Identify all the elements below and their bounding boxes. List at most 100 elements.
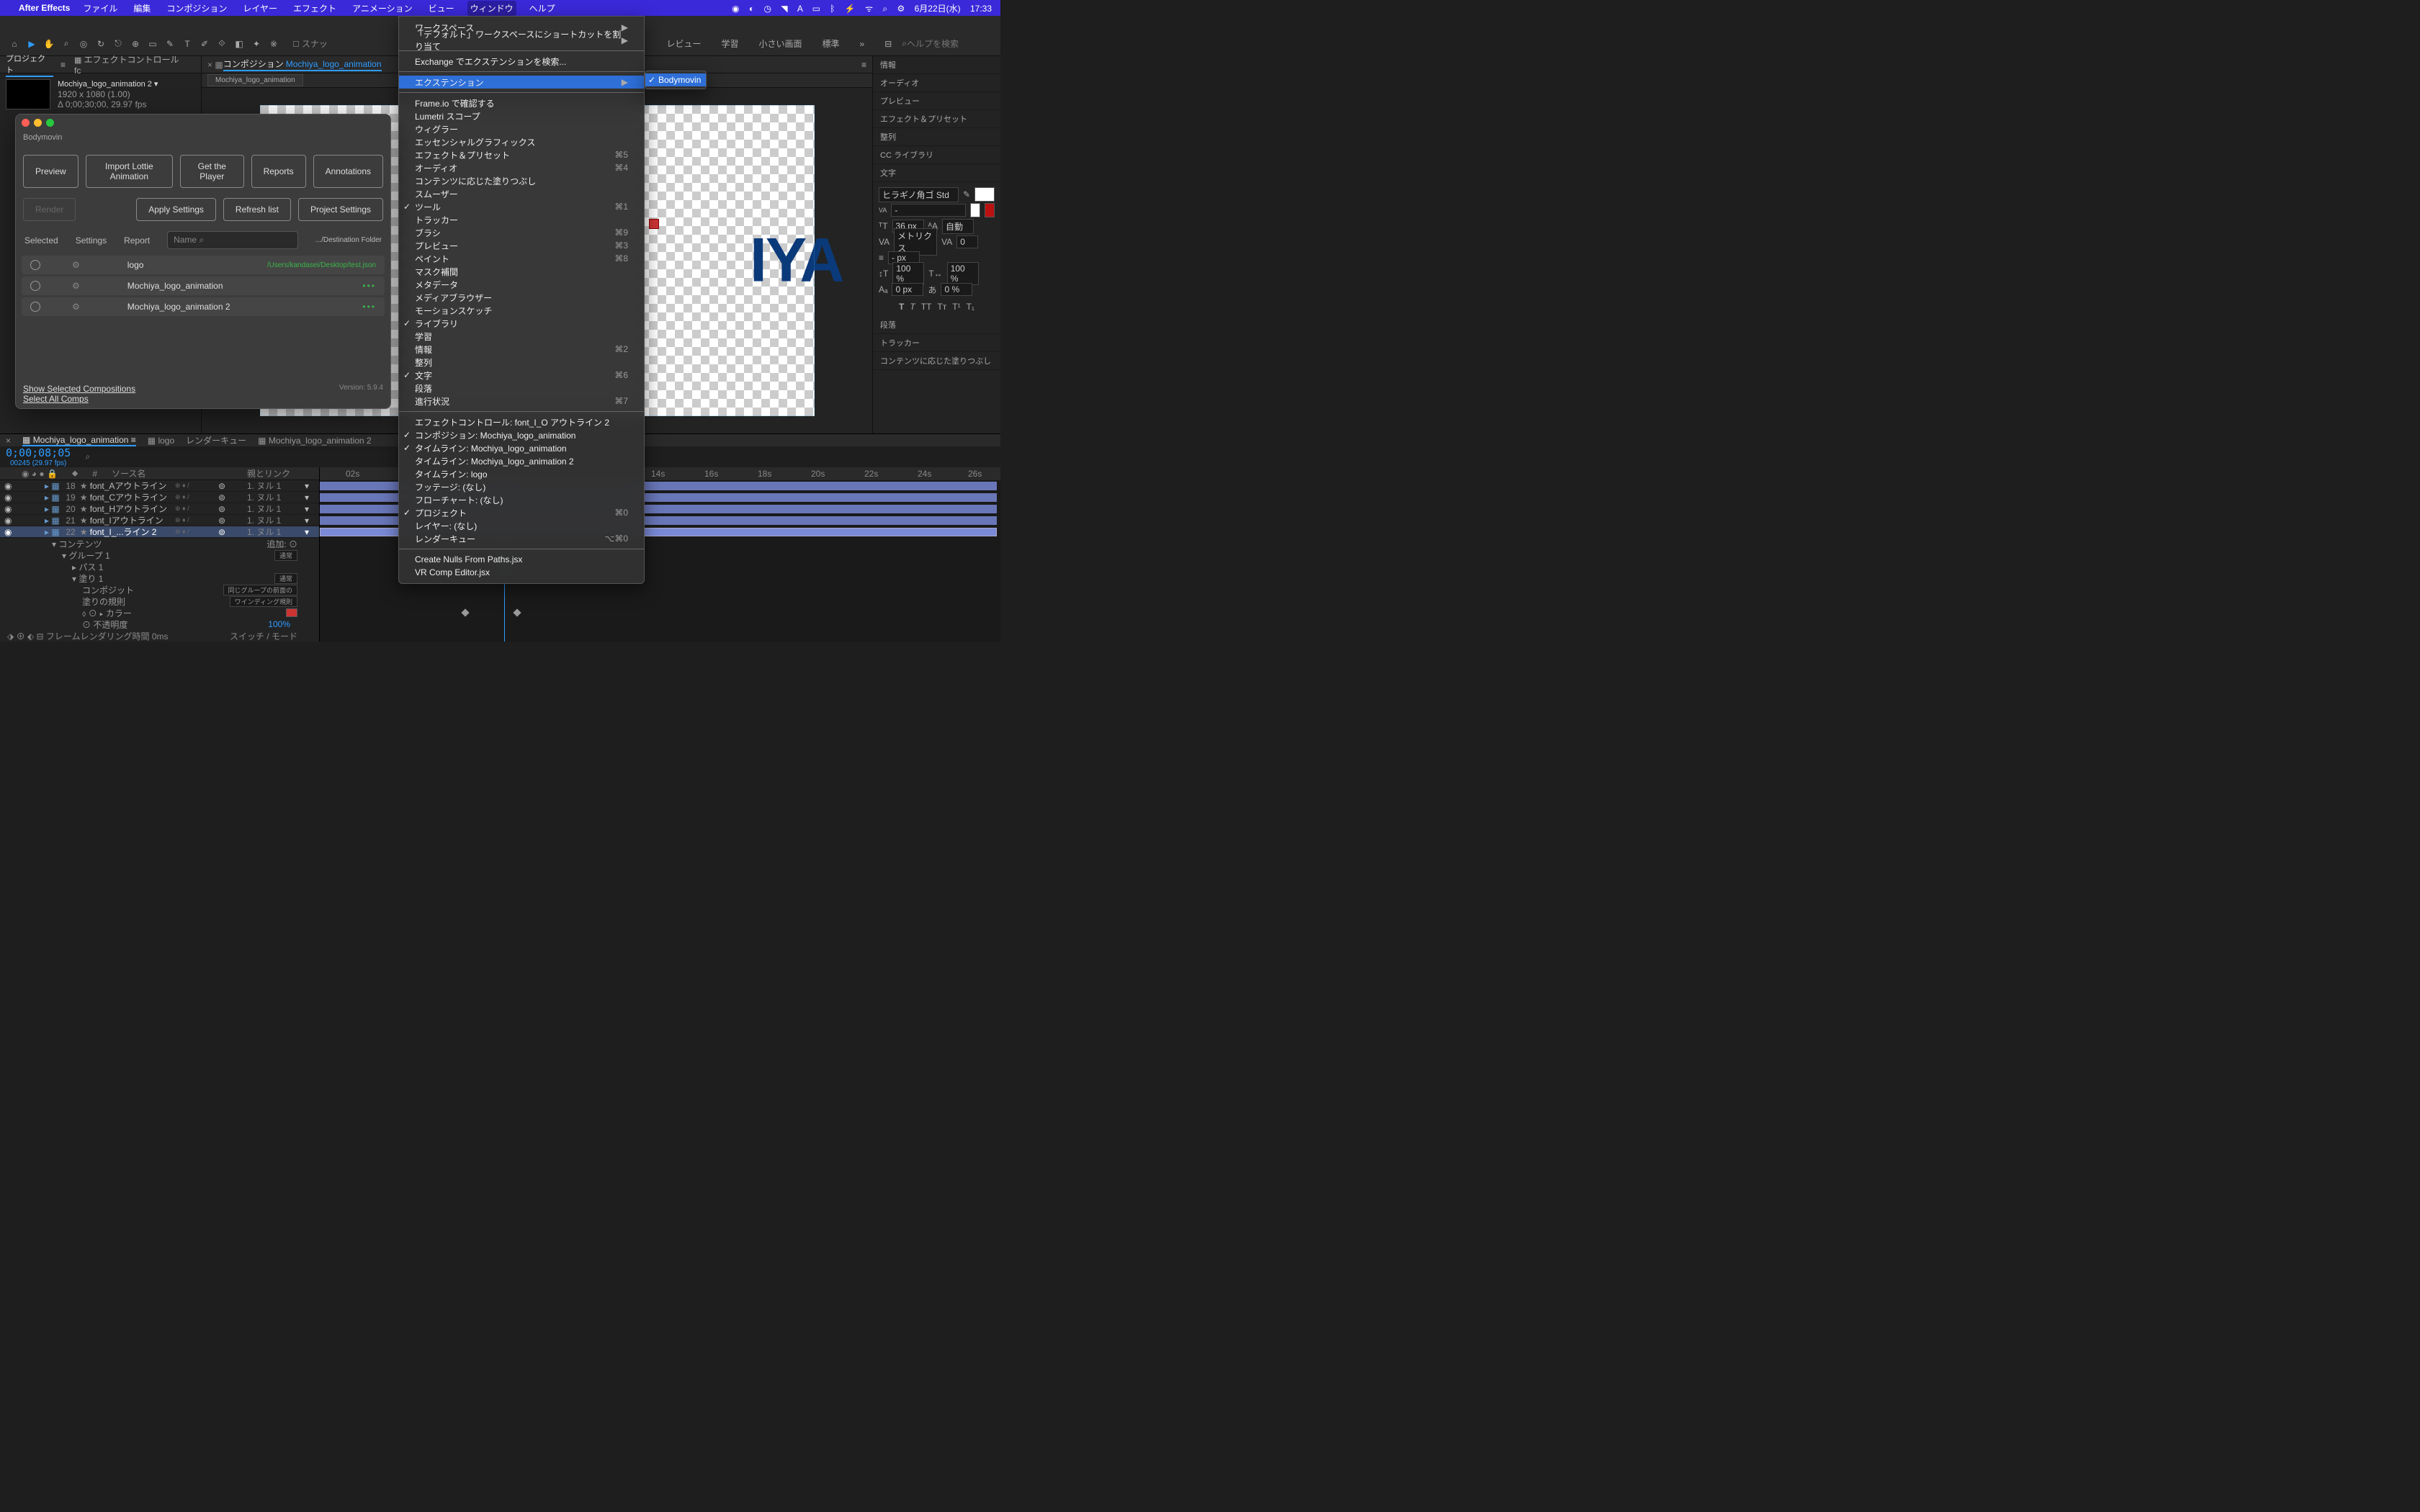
puppet-tool-icon[interactable]: ※ xyxy=(266,37,281,51)
gear-icon[interactable]: ⚙ xyxy=(72,302,80,312)
menubar-time[interactable]: 17:33 xyxy=(970,4,992,14)
smallcaps-button[interactable]: Tᴛ xyxy=(937,302,946,312)
menu-item[interactable]: レイヤー: (なし) xyxy=(399,519,644,532)
menu-item[interactable]: フローチャート: (なし) xyxy=(399,493,644,506)
menu-item[interactable]: オーディオ⌘4 xyxy=(399,161,644,174)
vscale-input[interactable]: 100 % xyxy=(892,262,924,285)
comp-thumbnail[interactable] xyxy=(6,79,50,109)
submenu-bodymovin[interactable]: ✓Bodymovin xyxy=(645,73,706,86)
gear-icon[interactable]: ⚙ xyxy=(72,281,80,291)
menu-item[interactable]: ウィグラー xyxy=(399,122,644,135)
camera-tool-icon[interactable]: ⎋ xyxy=(111,37,125,51)
ws-standard[interactable]: 標準 xyxy=(823,37,840,50)
panel-audio[interactable]: オーディオ xyxy=(873,74,1000,92)
clone-tool-icon[interactable]: ⟐ xyxy=(215,37,229,51)
comp-panel-menu-icon[interactable]: ≡ xyxy=(861,60,866,70)
tsume-input[interactable]: 0 % xyxy=(941,283,972,296)
spotlight-icon[interactable]: ⌕ xyxy=(882,4,887,14)
rect-tool-icon[interactable]: ▭ xyxy=(145,37,160,51)
selection-tool-icon[interactable]: ▶ xyxy=(24,37,39,51)
menu-item[interactable]: Exchange でエクステンションを検索... xyxy=(399,55,644,68)
menu-item[interactable]: メディアブラウザー xyxy=(399,291,644,304)
menu-item[interactable]: タイムライン: Mochiya_logo_animation 2 xyxy=(399,454,644,467)
status-icon[interactable]: ◐ xyxy=(749,4,754,14)
menu-item[interactable]: Frame.io で確認する xyxy=(399,96,644,109)
battery-icon[interactable]: ▭ xyxy=(812,4,820,14)
menu-item[interactable]: VR Comp Editor.jsx xyxy=(399,566,644,579)
panel-content-aware-fill[interactable]: コンテンツに応じた塗りつぶし xyxy=(873,352,1000,370)
pan-behind-tool-icon[interactable]: ⊕ xyxy=(128,37,143,51)
orbit-tool-icon[interactable]: ◎ xyxy=(76,37,91,51)
menubar-date[interactable]: 6月22日(水) xyxy=(915,4,961,14)
minimize-icon[interactable] xyxy=(34,119,42,127)
bodymovin-tab[interactable]: Bodymovin xyxy=(16,130,390,145)
render-button[interactable]: Render xyxy=(23,198,76,221)
menu-item[interactable]: エクステンション▶ xyxy=(399,76,644,89)
rotate-tool-icon[interactable]: ↻ xyxy=(94,37,108,51)
select-circle[interactable] xyxy=(30,281,40,291)
type-tool-icon[interactable]: T xyxy=(180,37,194,51)
tl-tab-2[interactable]: レンダーキュー xyxy=(186,434,246,446)
baseline-input[interactable]: 0 px xyxy=(892,283,923,296)
menu-item[interactable]: ✓ライブラリ xyxy=(399,317,644,330)
layer-row[interactable]: ◉▸ ▦21★font_Iアウトライン⊕ ♦ /⊚1. ヌル 1▾ xyxy=(0,515,319,526)
blend-mode-select[interactable]: 通常 xyxy=(274,550,297,561)
clock-icon[interactable]: ◷ xyxy=(763,4,771,14)
anchor-handle[interactable] xyxy=(649,219,659,229)
pen-tool-icon[interactable]: ✎ xyxy=(163,37,177,51)
wifi-icon[interactable]: ᯤ xyxy=(865,4,873,14)
ws-expand-icon[interactable]: ⊟ xyxy=(884,39,892,49)
help-search-input[interactable] xyxy=(907,39,993,49)
tl-tab-1[interactable]: ▦ logo xyxy=(148,436,174,446)
comp-row[interactable]: ⚙logo/Users/kandasei/Desktop/test.json xyxy=(22,256,385,274)
tl-tab-0[interactable]: ▦ Mochiya_logo_animation ≡ xyxy=(22,435,136,446)
tracking-input[interactable]: 0 xyxy=(956,235,978,248)
menu-item[interactable]: コンテンツに応じた塗りつぶし xyxy=(399,174,644,187)
menu-help[interactable]: ヘルプ xyxy=(526,1,558,16)
ws-review[interactable]: レビュー xyxy=(666,37,701,50)
panel-align[interactable]: 整列 xyxy=(873,128,1000,146)
menu-item[interactable]: 進行状況⌘7 xyxy=(399,395,644,408)
menu-item[interactable]: エフェクト＆プリセット⌘5 xyxy=(399,148,644,161)
menu-item[interactable]: 段落 xyxy=(399,382,644,395)
volume-icon[interactable]: ◥ xyxy=(781,4,787,14)
menu-item[interactable]: ✓タイムライン: Mochiya_logo_animation xyxy=(399,441,644,454)
home-icon[interactable]: ⌂ xyxy=(7,37,22,51)
color-swatch[interactable] xyxy=(286,608,297,617)
menu-item[interactable]: プレビュー⌘3 xyxy=(399,239,644,252)
cc-icon[interactable]: ◉ xyxy=(732,4,739,14)
menu-item[interactable]: エフェクトコントロール: font_I_O アウトライン 2 xyxy=(399,415,644,428)
menu-composition[interactable]: コンポジション xyxy=(163,1,230,16)
tl-close-icon[interactable]: × xyxy=(6,436,11,446)
zoom-tool-icon[interactable]: ⌕ xyxy=(59,37,73,51)
tl-search-icon[interactable]: ⌕ xyxy=(85,451,90,462)
eraser-tool-icon[interactable]: ◧ xyxy=(232,37,246,51)
panel-paragraph[interactable]: 段落 xyxy=(873,316,1000,334)
menu-item[interactable]: ✓プロジェクト⌘0 xyxy=(399,506,644,519)
ws-learn[interactable]: 学習 xyxy=(721,37,738,50)
snap-label[interactable]: ☐ スナッ xyxy=(292,37,328,50)
power-icon[interactable]: ⚡ xyxy=(845,4,856,14)
keyframe[interactable] xyxy=(461,608,469,616)
menu-view[interactable]: ビュー xyxy=(426,1,457,16)
opacity-value[interactable]: 100% xyxy=(268,619,290,629)
show-selected-link[interactable]: Show Selected Compositions xyxy=(23,384,135,394)
menu-item[interactable]: ペイント⌘8 xyxy=(399,252,644,265)
ws-more-icon[interactable]: » xyxy=(860,39,865,49)
brush-tool-icon[interactable]: ✐ xyxy=(197,37,212,51)
menu-window[interactable]: ウィンドウ xyxy=(467,1,516,16)
fill-swatch[interactable] xyxy=(974,187,995,202)
menu-item[interactable]: レンダーキュー⌥⌘0 xyxy=(399,532,644,545)
roto-tool-icon[interactable]: ✦ xyxy=(249,37,264,51)
eyedropper-icon[interactable]: ✎ xyxy=(963,189,970,199)
menu-item[interactable]: モーションスケッチ xyxy=(399,304,644,317)
panel-effects-presets[interactable]: エフェクト＆プリセット xyxy=(873,110,1000,128)
tab-effect-controls[interactable]: ▦ エフェクトコントロール fc xyxy=(74,53,188,76)
hscale-input[interactable]: 100 % xyxy=(947,262,979,285)
menu-item[interactable]: スムーザー xyxy=(399,187,644,200)
stroke-swatch[interactable] xyxy=(970,203,980,217)
keyframe[interactable] xyxy=(513,608,521,616)
bluetooth-icon[interactable]: ᛒ xyxy=(830,4,835,14)
import-lottie-button[interactable]: Import Lottie Animation xyxy=(86,155,173,188)
menu-item[interactable]: フッテージ: (なし) xyxy=(399,480,644,493)
